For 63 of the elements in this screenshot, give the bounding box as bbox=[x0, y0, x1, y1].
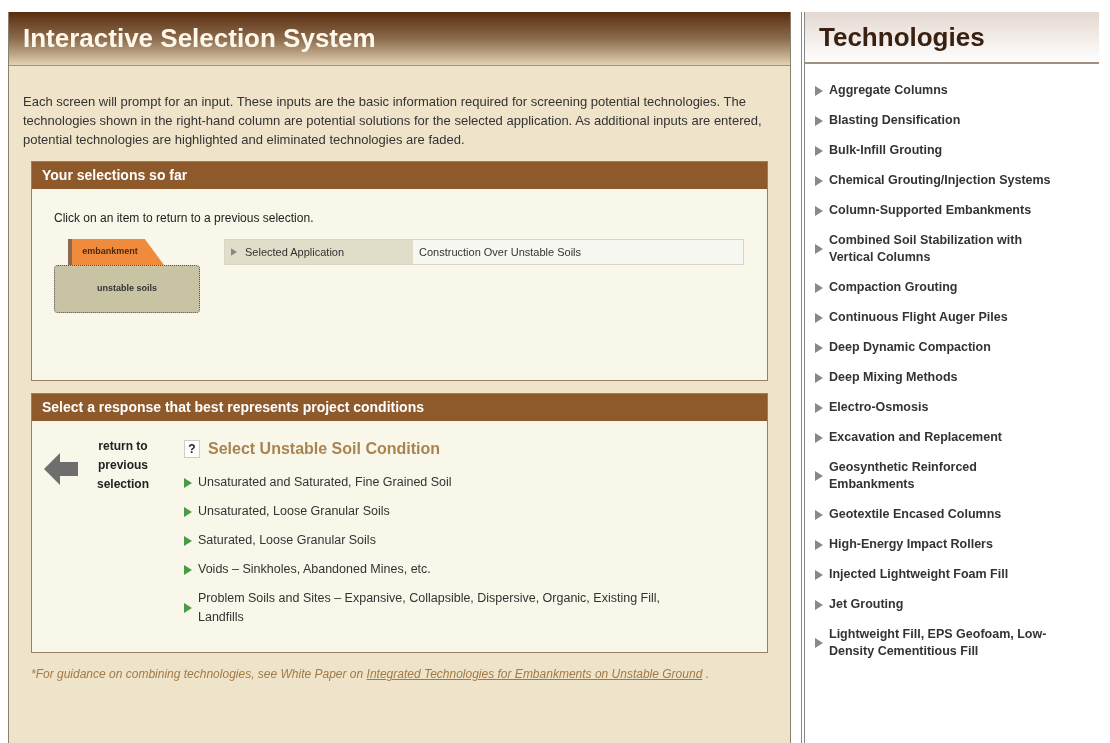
technology-item[interactable]: High-Energy Impact Rollers bbox=[815, 536, 1063, 553]
technology-item[interactable]: Geosynthetic Reinforced Embankments bbox=[815, 459, 1063, 493]
technology-item[interactable]: Continuous Flight Auger Piles bbox=[815, 309, 1063, 326]
technology-item[interactable]: Bulk-Infill Grouting bbox=[815, 142, 1063, 159]
footnote: *For guidance on combining technologies, see White Paper on Integrated Technologies for Embankments on Unstable Ground . bbox=[31, 666, 710, 683]
technologies-title: Technologies bbox=[819, 20, 985, 54]
response-heading: Select a response that best represents project conditions bbox=[32, 394, 767, 421]
triangle-icon bbox=[815, 115, 823, 126]
option-item[interactable]: Problem Soils and Sites – Expansive, Collapsible, Dispersive, Organic, Existing Fill, Landfills bbox=[184, 589, 704, 627]
option-item[interactable]: Unsaturated and Saturated, Fine Grained Soil bbox=[184, 473, 704, 492]
triangle-icon bbox=[184, 535, 192, 546]
selection-label: Selected Application bbox=[245, 244, 345, 260]
triangle-icon bbox=[815, 342, 823, 353]
triangle-icon bbox=[184, 603, 192, 613]
breadcrumb-current[interactable]: unstable soils bbox=[54, 265, 200, 313]
technology-item[interactable]: Column-Supported Embankments bbox=[815, 202, 1063, 219]
technology-item[interactable]: Lightweight Fill, EPS Geofoam, Low-Density Cementitious Fill bbox=[815, 626, 1063, 660]
back-button[interactable]: return to previous selection bbox=[44, 437, 172, 627]
triangle-icon bbox=[815, 638, 823, 648]
page-title: Interactive Selection System bbox=[23, 22, 376, 55]
breadcrumb-tab[interactable]: embankment bbox=[68, 239, 164, 265]
triangle-icon bbox=[815, 282, 823, 293]
option-item[interactable]: Saturated, Loose Granular Soils bbox=[184, 531, 704, 550]
triangle-icon bbox=[231, 247, 237, 257]
triangle-icon bbox=[815, 205, 823, 216]
triangle-icon bbox=[815, 471, 823, 481]
triangle-icon bbox=[815, 432, 823, 443]
option-item[interactable]: Voids – Sinkholes, Abandoned Mines, etc. bbox=[184, 560, 704, 579]
triangle-icon bbox=[815, 145, 823, 156]
technology-item[interactable]: Aggregate Columns bbox=[815, 82, 1063, 99]
selection-row[interactable]: Selected Application Construction Over Unstable Soils bbox=[224, 239, 744, 265]
technology-item[interactable]: Electro-Osmosis bbox=[815, 399, 1063, 416]
triangle-icon bbox=[815, 372, 823, 383]
triangle-icon bbox=[815, 402, 823, 413]
triangle-icon bbox=[815, 539, 823, 550]
technology-item[interactable]: Jet Grouting bbox=[815, 596, 1063, 613]
technology-item[interactable]: Geotextile Encased Columns bbox=[815, 506, 1063, 523]
technology-item[interactable]: Blasting Densification bbox=[815, 112, 1063, 129]
technology-item[interactable]: Deep Dynamic Compaction bbox=[815, 339, 1063, 356]
triangle-icon bbox=[815, 312, 823, 323]
triangle-icon bbox=[184, 506, 192, 517]
triangle-icon bbox=[184, 477, 192, 488]
option-item[interactable]: Unsaturated, Loose Granular Soils bbox=[184, 502, 704, 521]
selections-heading: Your selections so far bbox=[32, 162, 767, 189]
triangle-icon bbox=[815, 85, 823, 96]
technology-item[interactable]: Injected Lightweight Foam Fill bbox=[815, 566, 1063, 583]
selection-value: Construction Over Unstable Soils bbox=[413, 240, 743, 264]
triangle-icon bbox=[184, 564, 192, 575]
intro-paragraph: Each screen will prompt for an input. These inputs are the basic information required for screening potential technologies. The technologies shown in the right-hand column are potential solutions for the selected application. As additional inputs are entered, potential technologies are highlighted and eliminated technologies are faded. bbox=[23, 93, 763, 149]
technology-item[interactable]: Excavation and Replacement bbox=[815, 429, 1063, 446]
triangle-icon bbox=[815, 175, 823, 186]
back-arrow-icon bbox=[44, 451, 80, 487]
triangle-icon bbox=[815, 569, 823, 580]
question-title: Select Unstable Soil Condition bbox=[208, 439, 441, 459]
selections-hint: Click on an item to return to a previous selection. bbox=[54, 210, 315, 227]
triangle-icon bbox=[815, 599, 823, 610]
triangle-icon bbox=[815, 509, 823, 520]
technology-item[interactable]: Chemical Grouting/Injection Systems bbox=[815, 172, 1063, 189]
technology-item[interactable]: Deep Mixing Methods bbox=[815, 369, 1063, 386]
triangle-icon bbox=[815, 244, 823, 254]
help-icon[interactable]: ? bbox=[184, 440, 200, 458]
technology-item[interactable]: Combined Soil Stabilization with Vertical Columns bbox=[815, 232, 1063, 266]
technology-item[interactable]: Compaction Grouting bbox=[815, 279, 1063, 296]
